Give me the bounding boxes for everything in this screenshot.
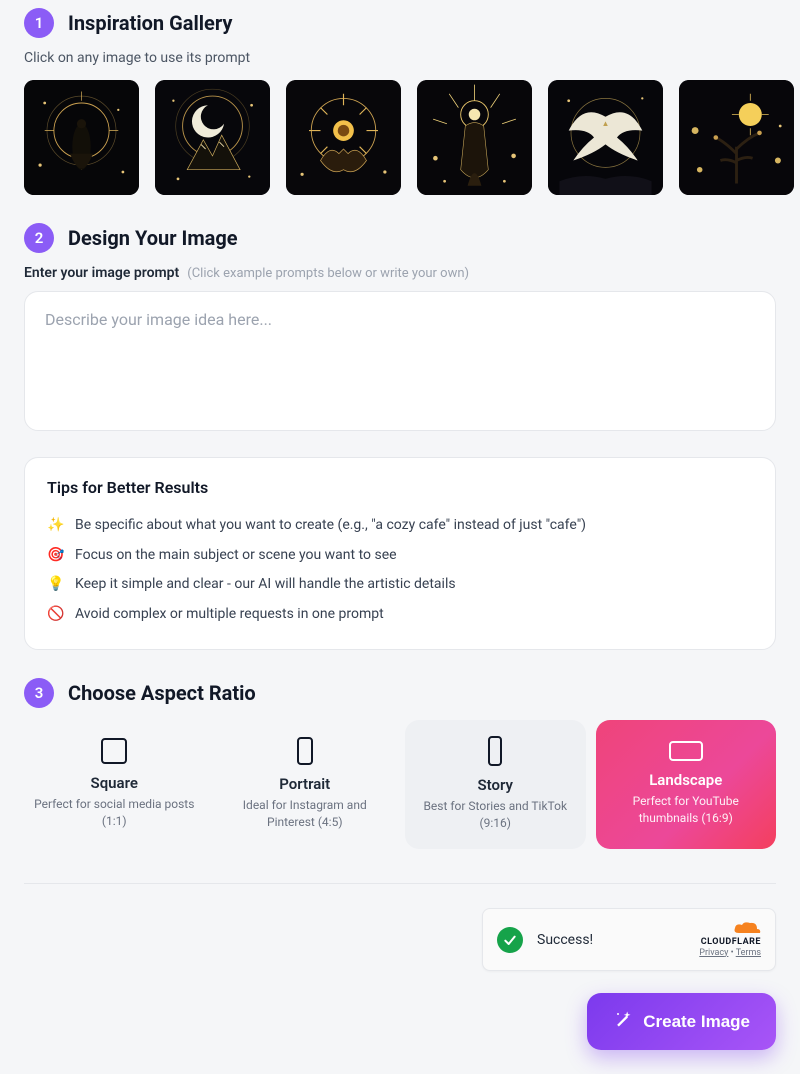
gallery-item-hands-sun[interactable] — [286, 80, 401, 195]
tip-item: 💡 Keep it simple and clear - our AI will … — [47, 570, 753, 600]
tips-list: ✨ Be specific about what you want to crea… — [47, 511, 753, 629]
tip-text: Avoid complex or multiple requests in on… — [75, 605, 384, 625]
no-entry-icon: 🚫 — [47, 605, 65, 625]
square-icon — [101, 738, 127, 764]
prompt-label: Enter your image prompt — [24, 265, 179, 281]
captcha-brand-name: CLOUDFLARE — [699, 937, 761, 948]
ratio-option-story[interactable]: Story Best for Stories and TikTok (9:16) — [405, 720, 586, 848]
ratio-desc: Ideal for Instagram and Pinterest (4:5) — [225, 797, 386, 829]
cloudflare-icon — [699, 921, 761, 935]
tip-item: 🚫 Avoid complex or multiple requests in o… — [47, 600, 753, 630]
create-image-button[interactable]: Create Image — [587, 993, 776, 1050]
wand-icon — [613, 1009, 633, 1034]
section-design: 2 Design Your Image Enter your image pro… — [24, 223, 776, 650]
tips-title: Tips for Better Results — [47, 478, 753, 497]
gallery-item-figure-halo[interactable] — [24, 80, 139, 195]
gallery-item-dove-wings[interactable] — [548, 80, 663, 195]
section-title-aspect: Choose Aspect Ratio — [68, 681, 256, 705]
tip-text: Focus on the main subject or scene you w… — [75, 546, 397, 566]
step-badge-3: 3 — [24, 678, 54, 708]
bulb-icon: 💡 — [47, 575, 65, 595]
separator-dot: • — [728, 948, 735, 958]
target-icon: 🎯 — [47, 546, 65, 566]
prompt-label-row: Enter your image prompt (Click example p… — [24, 265, 776, 281]
tip-text: Keep it simple and clear - our AI will h… — [75, 575, 456, 595]
story-icon — [488, 736, 502, 766]
tip-text: Be specific about what you want to creat… — [75, 516, 586, 536]
create-image-label: Create Image — [643, 1012, 750, 1032]
ratio-desc: Best for Stories and TikTok (9:16) — [415, 798, 576, 830]
section-aspect-ratio: 3 Choose Aspect Ratio Square Perfect for… — [24, 678, 776, 848]
prompt-hint: (Click example prompts below or write yo… — [187, 266, 469, 281]
create-row: Create Image — [24, 993, 776, 1050]
section-inspiration: 1 Inspiration Gallery Click on any image… — [24, 8, 776, 195]
gallery-item-tree-cosmos[interactable] — [679, 80, 794, 195]
aspect-ratio-grid: Square Perfect for social media posts (1… — [24, 720, 776, 848]
captcha-row: Success! CLOUDFLARE Privacy • Terms — [24, 908, 776, 972]
section-header: 2 Design Your Image — [24, 223, 776, 253]
gallery-item-moon-mountain[interactable] — [155, 80, 270, 195]
section-title-design: Design Your Image — [68, 226, 238, 250]
gallery-item-goddess-radiant[interactable] — [417, 80, 532, 195]
tips-card: Tips for Better Results ✨ Be specific abo… — [24, 457, 776, 650]
sparkles-icon: ✨ — [47, 516, 65, 536]
captcha-brand: CLOUDFLARE Privacy • Terms — [699, 921, 761, 959]
captcha-terms-link[interactable]: Terms — [736, 948, 761, 958]
inspiration-gallery — [24, 80, 776, 195]
portrait-icon — [297, 737, 313, 765]
step-badge-2: 2 — [24, 223, 54, 253]
section-title-inspiration: Inspiration Gallery — [68, 11, 232, 35]
captcha-widget: Success! CLOUDFLARE Privacy • Terms — [482, 908, 776, 972]
ratio-desc: Perfect for YouTube thumbnails (16:9) — [606, 793, 767, 825]
ratio-option-landscape[interactable]: Landscape Perfect for YouTube thumbnails… — [596, 720, 777, 848]
landscape-icon — [669, 741, 703, 761]
ratio-option-portrait[interactable]: Portrait Ideal for Instagram and Pintere… — [215, 720, 396, 848]
tip-item: 🎯 Focus on the main subject or scene you … — [47, 541, 753, 571]
prompt-input[interactable] — [24, 291, 776, 431]
step-badge-1: 1 — [24, 8, 54, 38]
section-header: 3 Choose Aspect Ratio — [24, 678, 776, 708]
ratio-option-square[interactable]: Square Perfect for social media posts (1… — [24, 720, 205, 848]
divider — [24, 883, 776, 884]
ratio-name: Story — [478, 776, 513, 794]
section-header: 1 Inspiration Gallery — [24, 8, 776, 38]
check-circle-icon — [497, 927, 523, 953]
tip-item: ✨ Be specific about what you want to crea… — [47, 511, 753, 541]
ratio-name: Landscape — [649, 771, 722, 789]
captcha-privacy-link[interactable]: Privacy — [699, 948, 728, 958]
section-subtitle-inspiration: Click on any image to use its prompt — [24, 50, 776, 66]
ratio-name: Portrait — [279, 775, 330, 793]
ratio-desc: Perfect for social media posts (1:1) — [34, 796, 195, 828]
captcha-status: Success! — [537, 932, 685, 948]
ratio-name: Square — [91, 774, 138, 792]
